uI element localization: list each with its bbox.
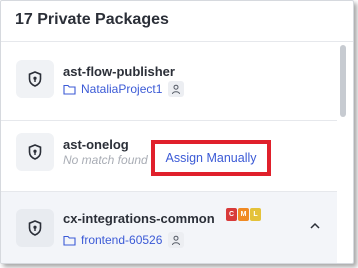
repo-link[interactable]: frontend-60526 <box>81 233 162 247</box>
lock-shield-icon <box>16 60 54 98</box>
package-name: cx-integrations-common <box>63 211 215 226</box>
low-badge: L <box>250 208 261 221</box>
user-icon[interactable] <box>168 232 185 248</box>
list-item[interactable]: ast-onelog No match found Assign Manuall… <box>1 121 337 192</box>
private-packages-panel: 17 Private Packages ast-flow-publisher N… <box>0 0 354 264</box>
folder-icon <box>63 235 76 246</box>
repo-link[interactable]: NataliaProject1 <box>81 82 162 96</box>
severity-badges: C M L <box>226 208 262 221</box>
list-item[interactable]: cx-integrations-common C M L frontend-60… <box>1 192 337 263</box>
assign-manually-button[interactable]: Assign Manually <box>165 151 256 165</box>
package-repo[interactable]: NataliaProject1 <box>63 80 185 98</box>
no-match-status: No match found <box>63 153 148 167</box>
chevron-up-icon[interactable] <box>307 218 323 234</box>
page-title: 17 Private Packages <box>15 11 169 28</box>
package-repo[interactable]: frontend-60526 <box>63 231 185 249</box>
list-item[interactable]: ast-flow-publisher NataliaProject1 <box>1 42 337 121</box>
medium-badge: M <box>238 208 249 221</box>
scrollbar-thumb[interactable] <box>340 45 346 117</box>
panel-header: 17 Private Packages <box>1 1 353 42</box>
assign-manually-highlight: Assign Manually <box>151 140 271 176</box>
folder-icon <box>63 84 76 95</box>
package-name: ast-flow-publisher <box>63 64 175 79</box>
package-name: ast-onelog <box>63 137 129 152</box>
critical-badge: C <box>226 208 237 221</box>
lock-shield-icon <box>16 133 54 171</box>
user-icon[interactable] <box>168 81 185 97</box>
lock-shield-icon <box>16 209 54 247</box>
scrollbar[interactable] <box>340 45 346 257</box>
